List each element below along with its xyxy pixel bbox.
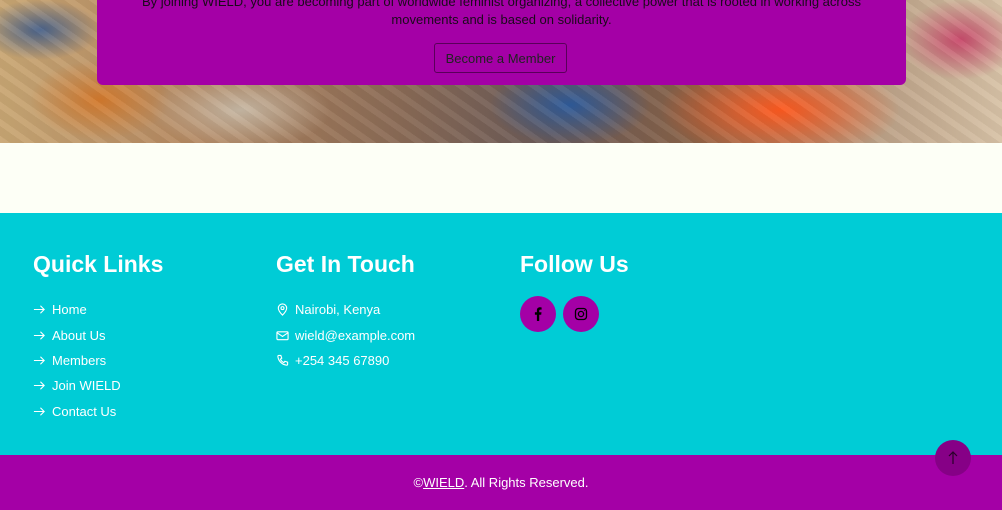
arrow-up-icon bbox=[947, 451, 959, 465]
contact-email-label: wield@example.com bbox=[295, 327, 416, 343]
contact-list: Nairobi, Kenya wield@example.com +254 34… bbox=[276, 297, 415, 373]
membership-cta-card: By joining WIELD, you are becoming part … bbox=[97, 0, 906, 85]
contact-email[interactable]: wield@example.com bbox=[276, 322, 415, 347]
envelope-icon bbox=[276, 329, 289, 342]
hero-image: By joining WIELD, you are becoming part … bbox=[0, 0, 1002, 143]
quick-links-heading: Quick Links bbox=[33, 251, 164, 277]
footer-link-contact[interactable]: Contact Us bbox=[33, 399, 121, 424]
footer-link-label: Members bbox=[52, 352, 107, 368]
phone-icon bbox=[276, 354, 289, 367]
copyright-prefix: © bbox=[413, 475, 424, 490]
footer-link-members[interactable]: Members bbox=[33, 348, 121, 373]
footer-link-home[interactable]: Home bbox=[33, 297, 121, 322]
map-pin-icon bbox=[276, 303, 289, 317]
contact-phone-label: +254 345 67890 bbox=[295, 352, 390, 368]
copyright-suffix: . All Rights Reserved. bbox=[464, 475, 589, 490]
footer-link-label: Join WIELD bbox=[52, 378, 121, 394]
arrow-right-icon bbox=[33, 329, 46, 342]
footer-link-label: Contact Us bbox=[52, 403, 117, 419]
copyright-bar: © WIELD . All Rights Reserved. bbox=[0, 455, 1002, 510]
contact-phone[interactable]: +254 345 67890 bbox=[276, 348, 415, 373]
contact-location: Nairobi, Kenya bbox=[276, 297, 415, 322]
arrow-right-icon bbox=[33, 405, 46, 418]
follow-us-heading: Follow Us bbox=[520, 251, 629, 277]
footer-link-about[interactable]: About Us bbox=[33, 322, 121, 347]
facebook-button[interactable] bbox=[520, 296, 556, 332]
instagram-button[interactable] bbox=[563, 296, 599, 332]
contact-location-label: Nairobi, Kenya bbox=[295, 302, 381, 318]
footer-link-join[interactable]: Join WIELD bbox=[33, 373, 121, 398]
instagram-icon bbox=[574, 307, 588, 321]
become-member-button[interactable]: Become a Member bbox=[434, 43, 567, 73]
copyright-brand-link[interactable]: WIELD bbox=[423, 475, 464, 490]
back-to-top-button[interactable] bbox=[935, 440, 971, 476]
site-footer: Quick Links Home About Us Members Join W… bbox=[0, 213, 1002, 455]
quick-links-list: Home About Us Members Join WIELD Contact… bbox=[33, 297, 121, 424]
footer-link-label: About Us bbox=[52, 327, 106, 343]
footer-link-label: Home bbox=[52, 302, 87, 318]
arrow-right-icon bbox=[33, 303, 46, 316]
social-links bbox=[520, 296, 599, 332]
membership-description: By joining WIELD, you are becoming part … bbox=[142, 0, 861, 27]
facebook-icon bbox=[531, 307, 545, 321]
arrow-right-icon bbox=[33, 354, 46, 367]
contact-heading: Get In Touch bbox=[276, 251, 415, 277]
arrow-right-icon bbox=[33, 379, 46, 392]
